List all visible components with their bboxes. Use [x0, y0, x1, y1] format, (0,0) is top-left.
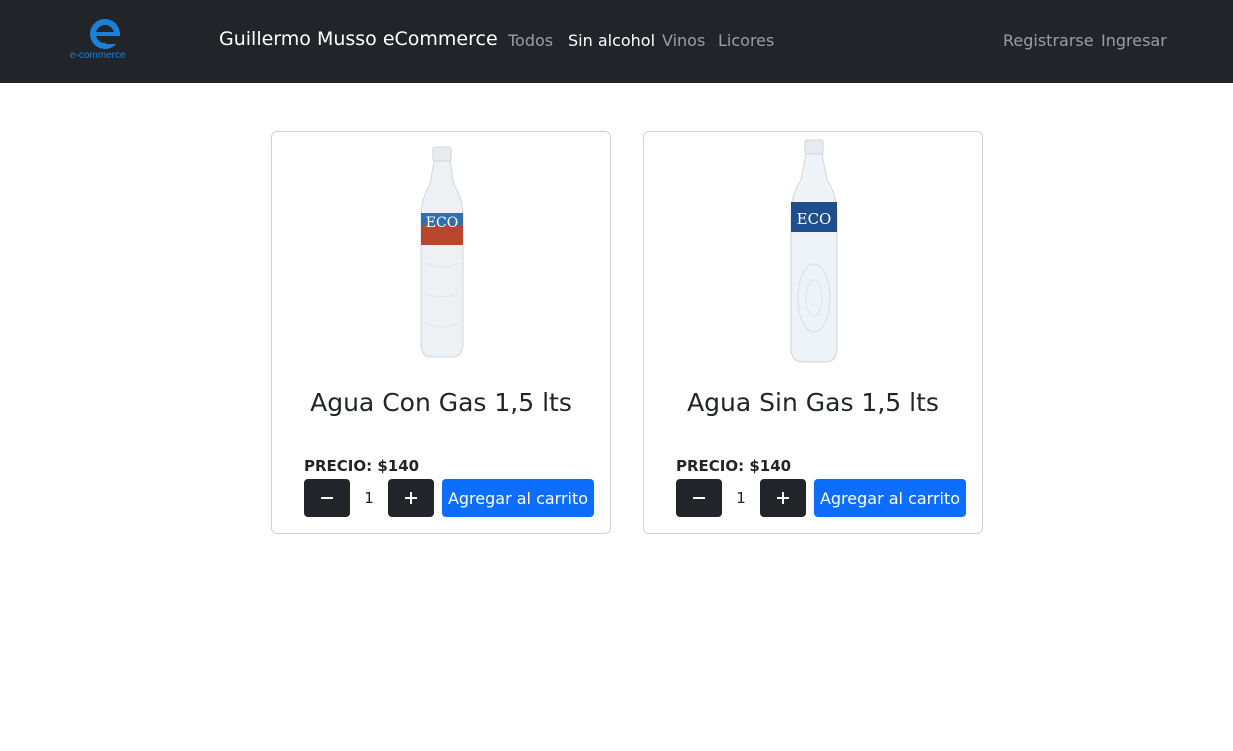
product-price: PRECIO: $140 [676, 457, 792, 475]
nav-link-ingresar[interactable]: Ingresar [1101, 31, 1167, 50]
nav-link-vinos[interactable]: Vinos [662, 31, 705, 50]
nav-link-todos[interactable]: Todos [508, 31, 553, 50]
quantity-value: 1 [736, 489, 746, 507]
nav-link-licores[interactable]: Licores [718, 31, 774, 50]
minus-icon [693, 497, 705, 499]
product-image: ECO [694, 136, 934, 370]
increase-quantity-button[interactable] [760, 479, 806, 517]
plus-icon [405, 492, 417, 504]
plus-icon [777, 492, 789, 504]
water-bottle-icon: ECO [790, 139, 838, 363]
product-card: ECO Agua Sin Gas 1,5 lts PRECIO: $140 1 … [643, 131, 983, 534]
quantity-value: 1 [364, 489, 374, 507]
product-title: Agua Con Gas 1,5 lts [310, 388, 572, 417]
product-title: Agua Sin Gas 1,5 lts [687, 388, 939, 417]
brand-logo[interactable]: e-commerce [68, 16, 142, 64]
svg-text:ECO: ECO [426, 215, 458, 231]
increase-quantity-button[interactable] [388, 479, 434, 517]
brand-title[interactable]: Guillermo Musso eCommerce [219, 28, 498, 50]
logo-text: e-commerce [70, 50, 126, 61]
product-image: ECO [322, 136, 562, 370]
svg-text:ECO: ECO [797, 210, 832, 228]
nav-link-registrarse[interactable]: Registrarse [1003, 31, 1094, 50]
minus-icon [321, 497, 333, 499]
add-to-cart-button[interactable]: Agregar al carrito [442, 479, 594, 517]
water-bottle-icon: ECO [420, 146, 464, 358]
add-to-cart-button[interactable]: Agregar al carrito [814, 479, 966, 517]
navbar: e-commerce Guillermo Musso eCommerce Tod… [0, 0, 1233, 83]
decrease-quantity-button[interactable] [304, 479, 350, 517]
product-price: PRECIO: $140 [304, 457, 420, 475]
decrease-quantity-button[interactable] [676, 479, 722, 517]
product-card: ECO Agua Con Gas 1,5 lts PRECIO: $140 1 … [271, 131, 611, 534]
nav-link-sin-alcohol[interactable]: Sin alcohol [568, 31, 655, 50]
